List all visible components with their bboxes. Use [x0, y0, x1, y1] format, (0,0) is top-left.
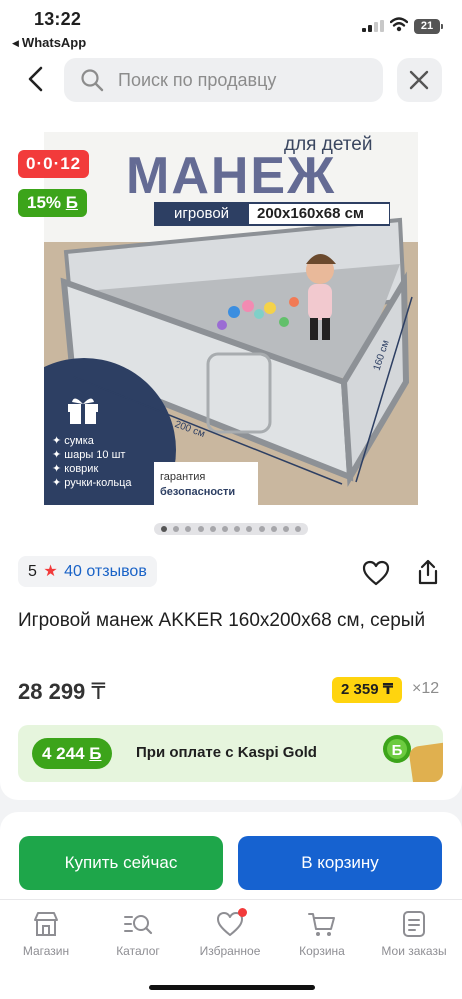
tab-store[interactable]: Магазин — [0, 908, 92, 958]
tab-favorites[interactable]: Избранное — [184, 908, 276, 958]
price-currency: ₸ — [91, 679, 106, 704]
installment-months: ×12 — [412, 680, 440, 697]
cellular-signal-icon — [362, 20, 384, 32]
discount-value: 15% — [27, 193, 62, 212]
bonus-value: 4 244 — [42, 744, 85, 763]
back-button[interactable] — [22, 64, 52, 94]
action-bar: Купить сейчас В корзину — [0, 812, 462, 902]
bonus-currency: Б — [89, 744, 102, 763]
product-price: 28 299 ₸ — [18, 679, 105, 705]
tab-label: Корзина — [299, 944, 345, 958]
discount-currency: Б — [65, 193, 78, 212]
type-label: игровой — [174, 205, 230, 222]
product-image[interactable]: для детей МАНЕЖ игровой 200x160x68 см ✦ … — [44, 132, 418, 505]
product-title: Игровой манеж AKKER 160x200x68 см, серый — [18, 610, 426, 631]
pagination-dot[interactable] — [283, 526, 289, 532]
bottom-tab-bar: Магазин Каталог Избранное Корзина Мои за… — [0, 899, 462, 999]
bundle-list: ✦ сумка ✦ шары 10 шт ✦ коврик ✦ ручки-ко… — [52, 434, 132, 490]
cart-icon — [308, 913, 335, 936]
installment-badge[interactable]: 2 359 ₸ — [332, 677, 403, 703]
pagination-dot[interactable] — [197, 526, 204, 532]
seller-search-bar[interactable] — [64, 58, 383, 102]
heart-icon — [362, 560, 390, 586]
tab-my-orders[interactable]: Мои заказы — [368, 908, 460, 958]
status-time: 13:22 — [34, 9, 82, 29]
bonus-pill: 4 244 Б — [32, 738, 112, 769]
close-search-button[interactable] — [397, 58, 442, 102]
tab-catalog[interactable]: Каталог — [92, 908, 184, 958]
bundle-item: ✦ ручки-кольца — [52, 477, 132, 489]
image-pagination[interactable] — [154, 523, 308, 535]
chevron-left-icon — [28, 66, 43, 92]
pagination-dot[interactable] — [209, 526, 216, 532]
share-icon — [418, 559, 438, 585]
pagination-dot[interactable] — [222, 526, 228, 532]
buy-now-button[interactable]: Купить сейчас — [19, 836, 223, 890]
gift-icon — [68, 398, 98, 424]
orders-icon — [403, 911, 425, 937]
tab-label: Избранное — [199, 944, 261, 958]
tab-cart[interactable]: Корзина — [276, 908, 368, 958]
pagination-dot[interactable] — [185, 526, 192, 532]
store-icon — [34, 912, 58, 936]
bundle-item: ✦ шары 10 шт — [52, 449, 126, 461]
tab-label: Мои заказы — [381, 944, 447, 958]
rating-score: 5 — [28, 563, 37, 580]
pagination-dot[interactable] — [270, 526, 277, 532]
add-to-cart-button[interactable]: В корзину — [238, 836, 442, 890]
bundle-item: ✦ сумка — [52, 435, 94, 447]
kaspi-gold-text: При оплате с Kaspi Gold — [136, 744, 317, 761]
catalog-search-icon — [124, 915, 153, 935]
size-label: 200x160x68 см — [257, 205, 365, 222]
share-button[interactable] — [414, 558, 442, 591]
pagination-dot[interactable] — [234, 526, 241, 532]
tab-label: Магазин — [22, 944, 70, 958]
guarantee-line2: безопасности — [160, 486, 236, 498]
svg-text:Б: Б — [392, 742, 403, 759]
pagination-dot[interactable] — [295, 526, 302, 532]
notification-dot — [238, 908, 247, 917]
discount-badge: 15% Б — [18, 189, 87, 217]
search-input[interactable] — [118, 58, 368, 102]
headline-text: МАНЕЖ — [126, 147, 337, 205]
rating-chip[interactable]: 5 ★ 40 отзывов — [18, 556, 157, 587]
timer-badge: 0·0·12 — [18, 150, 90, 178]
pagination-dot[interactable] — [258, 526, 265, 532]
close-icon — [409, 70, 429, 90]
bundle-item: ✦ коврик — [52, 463, 99, 475]
back-triangle-icon: ◀ — [12, 38, 19, 48]
guarantee-line1: гарантия — [160, 471, 206, 483]
kaspi-gold-banner[interactable]: 4 244 Б При оплате с Kaspi Gold Б — [18, 725, 443, 782]
home-indicator[interactable] — [149, 985, 315, 990]
price-value: 28 299 — [18, 679, 86, 704]
search-icon — [81, 69, 104, 92]
tab-label: Каталог — [116, 944, 160, 958]
add-to-favorites-button[interactable] — [362, 560, 390, 591]
pagination-dot[interactable] — [161, 526, 167, 532]
wifi-icon — [390, 17, 408, 32]
star-icon: ★ — [38, 563, 63, 580]
battery-icon: 21 — [414, 19, 443, 34]
gold-card-icon — [408, 740, 443, 782]
status-bar: 13:22 ◀ WhatsApp 21 — [0, 0, 462, 52]
pagination-dot[interactable] — [246, 526, 253, 532]
pagination-dot[interactable] — [173, 526, 180, 532]
product-page: 13:22 ◀ WhatsApp 21 Поиск по продавцу дл… — [0, 0, 462, 800]
back-to-app-link[interactable]: ◀ WhatsApp — [12, 35, 86, 50]
reviews-link[interactable]: 40 отзывов — [64, 563, 147, 580]
back-app-label: WhatsApp — [21, 35, 87, 50]
bonus-coin-icon: Б — [383, 735, 411, 763]
